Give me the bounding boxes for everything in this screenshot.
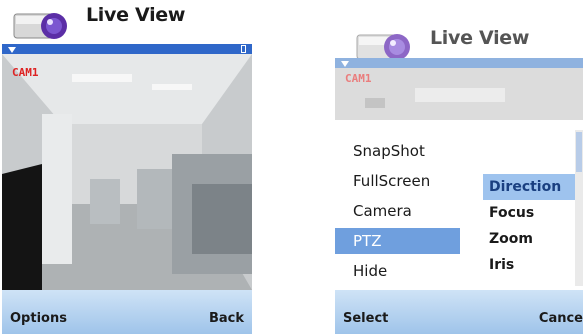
phone-screen-options-menu: Live View CAM1 SnapShot FullScreen Camer… xyxy=(335,0,583,334)
video-scene xyxy=(2,54,252,290)
camera-label: CAM1 xyxy=(12,66,39,79)
menu-item-camera[interactable]: Camera xyxy=(335,198,460,224)
select-softkey[interactable]: Select xyxy=(343,311,388,326)
options-menu: SnapShot FullScreen Camera PTZ Hide Dire… xyxy=(335,130,575,286)
back-softkey[interactable]: Back xyxy=(209,311,244,326)
menu-item-snapshot[interactable]: SnapShot xyxy=(335,138,460,164)
options-softkey[interactable]: Options xyxy=(10,311,67,326)
page-title: Live View xyxy=(430,27,530,49)
phone-screen-live-view: Live View CAM1 Options Back xyxy=(2,0,252,334)
camera-video-feed[interactable]: CAM1 xyxy=(2,54,252,290)
submenu-item-direction[interactable]: Direction xyxy=(483,174,575,200)
cancel-softkey[interactable]: Cance xyxy=(539,311,583,326)
menu-item-ptz[interactable]: PTZ xyxy=(335,228,460,254)
status-bar xyxy=(335,58,583,68)
ptz-submenu: Direction Focus Zoom Iris xyxy=(483,174,575,282)
title-bar: Live View xyxy=(335,0,583,60)
softkey-bar: Select Cance xyxy=(335,290,583,334)
battery-icon xyxy=(241,45,246,53)
camera-video-feed: CAM1 xyxy=(335,68,583,120)
softkey-bar: Options Back xyxy=(2,290,252,334)
menu-scrollbar[interactable] xyxy=(575,130,583,286)
submenu-item-focus[interactable]: Focus xyxy=(483,200,575,226)
scrollbar-thumb[interactable] xyxy=(576,132,582,172)
signal-icon xyxy=(341,61,349,67)
menu-item-fullscreen[interactable]: FullScreen xyxy=(335,168,460,194)
status-bar xyxy=(2,44,252,54)
camera-label: CAM1 xyxy=(345,72,372,85)
signal-icon xyxy=(8,47,16,53)
submenu-item-iris[interactable]: Iris xyxy=(483,252,575,278)
submenu-item-zoom[interactable]: Zoom xyxy=(483,226,575,252)
camera-icon xyxy=(13,13,67,39)
video-scene xyxy=(335,68,583,120)
title-bar: Live View xyxy=(2,0,252,44)
menu-item-hide[interactable]: Hide xyxy=(335,258,460,284)
page-title: Live View xyxy=(86,4,186,26)
